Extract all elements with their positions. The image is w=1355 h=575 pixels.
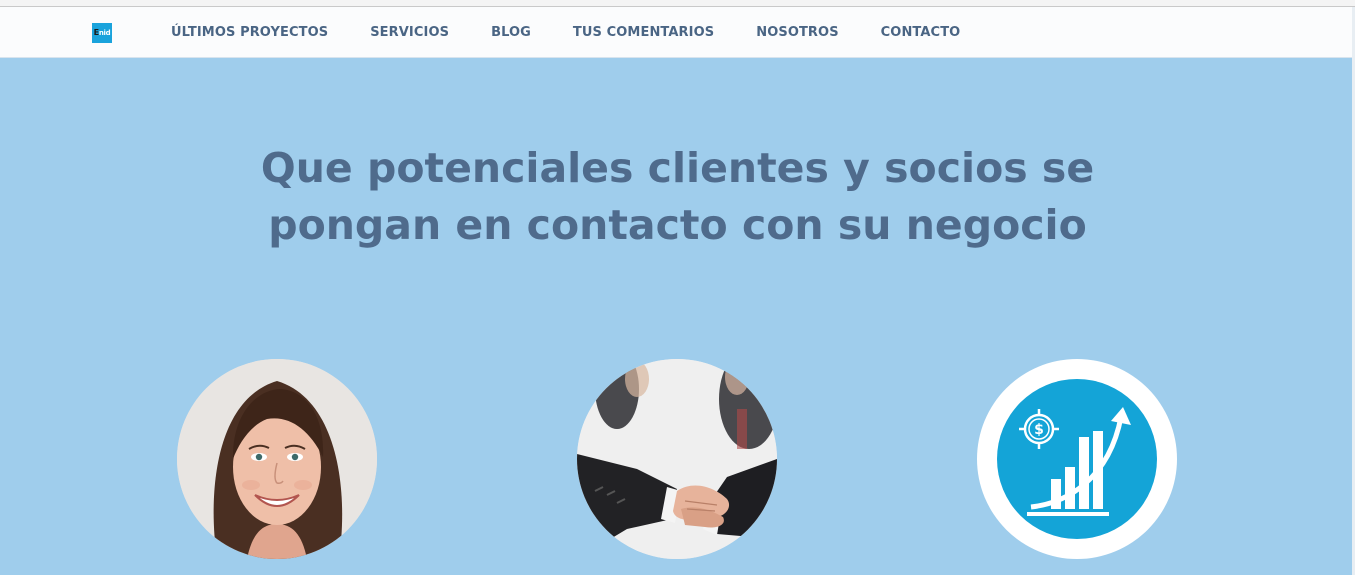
brand-logo[interactable]: Enid: [92, 23, 112, 43]
growth-chart-icon-badge: $: [977, 359, 1177, 559]
woman-portrait-illustration: [177, 359, 377, 559]
handshake-illustration: [577, 359, 777, 559]
main-nav: ÚLTIMOS PROYECTOS SERVICIOS BLOG TUS COM…: [171, 7, 1002, 57]
logo-rest-letters: nid: [98, 28, 111, 37]
nav-item-blog[interactable]: BLOG: [491, 25, 531, 40]
nav-item-ultimos-proyectos[interactable]: ÚLTIMOS PROYECTOS: [171, 25, 328, 40]
nav-item-nosotros[interactable]: NOSOTROS: [756, 25, 838, 40]
growth-chart-icon: $: [1019, 407, 1131, 516]
growth-chart-icon-background: $: [997, 379, 1157, 539]
hero-title-line-1: Que potenciales clientes y socios se: [260, 144, 1095, 192]
navbar: Enid ÚLTIMOS PROYECTOS SERVICIOS BLOG TU…: [0, 7, 1355, 58]
handshake-image: [577, 359, 777, 559]
nav-item-tus-comentarios[interactable]: TUS COMENTARIOS: [573, 25, 714, 40]
hero-title: Que potenciales clientes y socios se pon…: [0, 140, 1355, 254]
browser-top-strip: [0, 0, 1355, 7]
svg-text:$: $: [1034, 422, 1044, 438]
hero-title-line-2: pongan en contacto con su negocio: [268, 201, 1087, 249]
woman-portrait-image: [177, 359, 377, 559]
nav-item-servicios[interactable]: SERVICIOS: [370, 25, 449, 40]
nav-item-contacto[interactable]: CONTACTO: [881, 25, 961, 40]
